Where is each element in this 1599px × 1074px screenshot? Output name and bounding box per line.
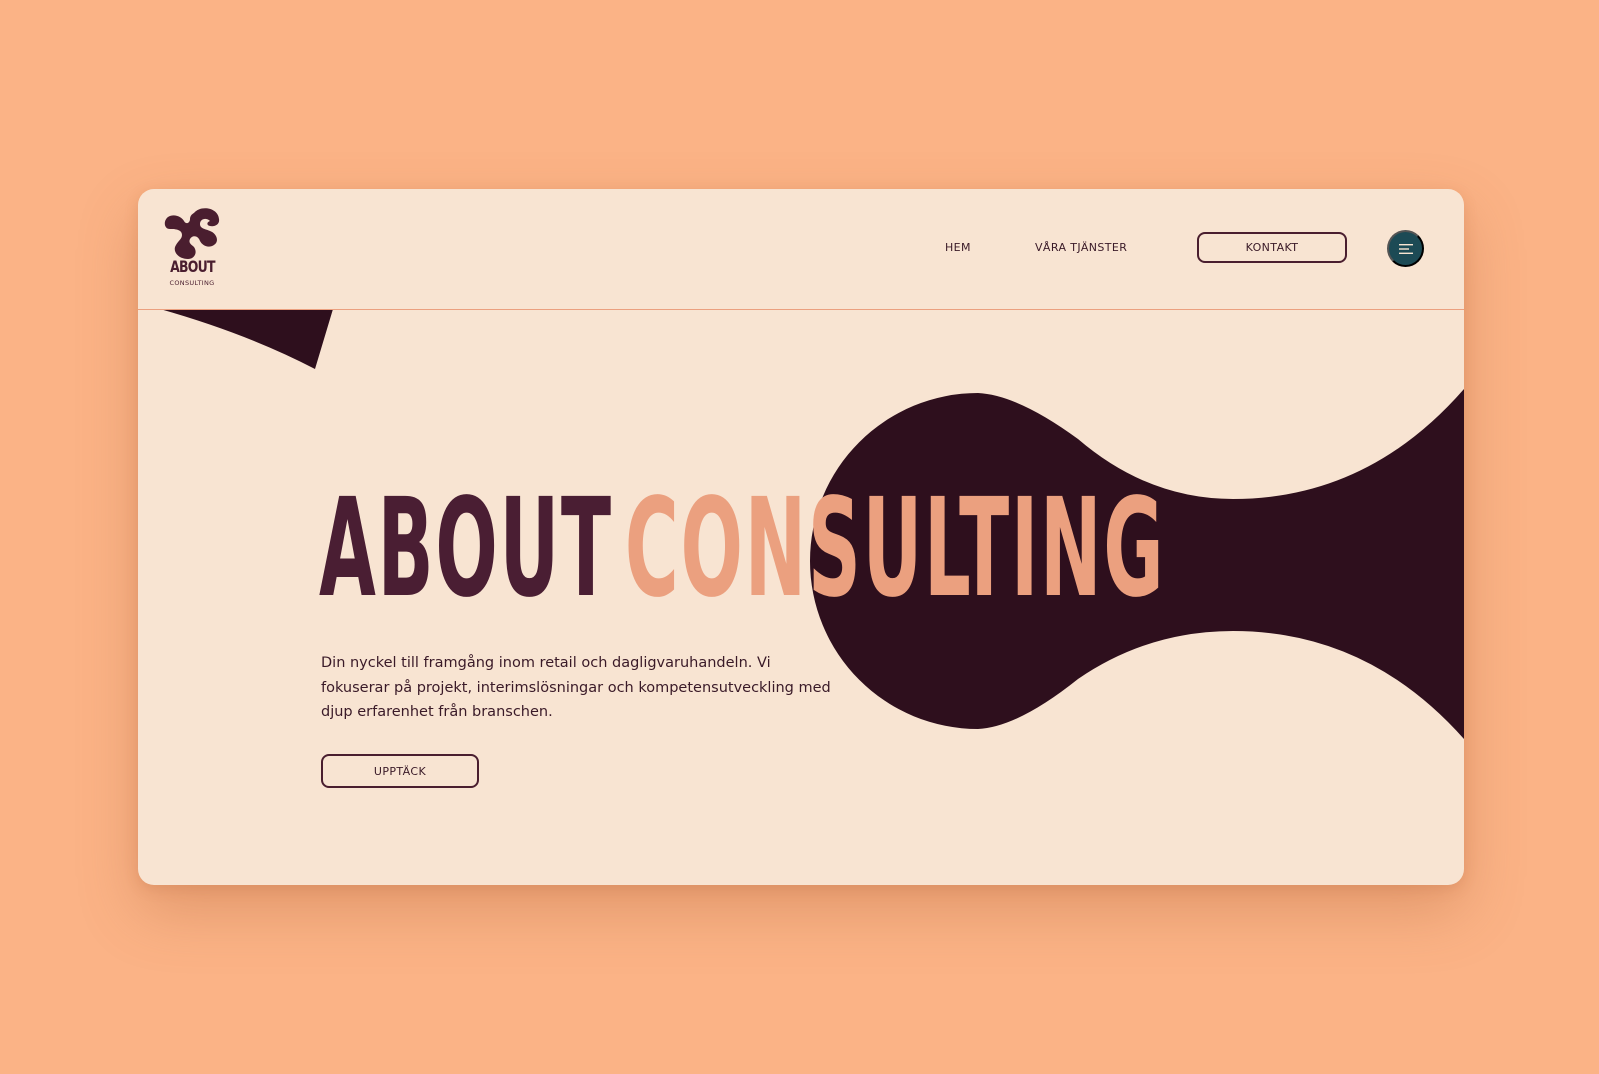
discover-button[interactable]: UPPTÄCK (321, 754, 479, 788)
hero-card: ABOUT CONSULTING HEM VÅRA TJÄNSTER KONTA… (138, 189, 1464, 885)
hero-title-about: ABOUT (319, 470, 613, 628)
hamburger-menu-icon (1398, 243, 1413, 254)
nav-link-services[interactable]: VÅRA TJÄNSTER (1035, 240, 1127, 256)
contact-button[interactable]: KONTAKT (1197, 232, 1347, 263)
hero-title: ABOUTCONSULTING (319, 481, 1165, 617)
hero-title-consulting: CONSULTING (624, 470, 1166, 628)
hero-description: Din nyckel till framgång inom retail och… (321, 655, 831, 720)
logo-subtitle: CONSULTING (169, 279, 215, 287)
site-header: ABOUT CONSULTING HEM VÅRA TJÄNSTER KONTA… (138, 189, 1464, 310)
menu-button[interactable] (1387, 230, 1424, 267)
nav-link-home[interactable]: HEM (945, 240, 971, 256)
logo-blob-icon (164, 208, 220, 259)
logo[interactable]: ABOUT CONSULTING (164, 207, 220, 293)
logo-wordmark: ABOUT (170, 257, 215, 276)
corner-wedge-shape (160, 309, 333, 369)
